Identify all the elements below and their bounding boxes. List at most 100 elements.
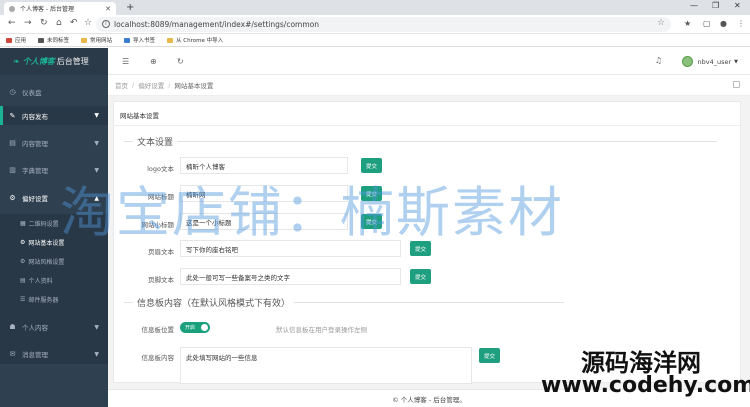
board-position-hint: 默认信息板在用户登录操作左侧 (276, 326, 367, 334)
brand-suffix: 后台管理 (56, 57, 89, 66)
home-icon[interactable]: ⌂ (56, 18, 62, 28)
brand-name: 个人博客 (22, 57, 55, 66)
url-bar[interactable]: i localhost:8089/management/index#/setti… (96, 17, 671, 32)
toggle-knob (201, 324, 208, 331)
puzzle-icon[interactable]: ▢ (703, 19, 711, 28)
dashboard-icon: ◷ (9, 88, 16, 96)
pencil-icon: ✎ (9, 111, 16, 120)
message-icon: ✉ (9, 350, 16, 358)
back-icon[interactable]: ← (8, 18, 16, 28)
sidebar-item-label: 个人内容 (22, 324, 48, 332)
menu-dots-icon[interactable]: ⋮ (737, 19, 745, 28)
undo-icon[interactable]: ↶ (70, 18, 78, 28)
reload-icon[interactable]: ↻ (40, 18, 48, 28)
bookmark-label: 从 Chrome 中导入 (176, 38, 224, 44)
section-text-settings: 文本设置 (124, 135, 718, 148)
expand-icon[interactable] (733, 81, 740, 88)
forward-icon[interactable]: → (24, 18, 32, 28)
avatar (682, 56, 694, 67)
settings-icon: ⚙ (20, 258, 26, 265)
close-icon[interactable]: ✕ (105, 5, 111, 13)
folder-icon: ▤ (9, 139, 16, 147)
subitem-label: 邮件服务器 (28, 297, 59, 304)
panel-divider (114, 125, 742, 126)
bookmark-item[interactable]: 从 Chrome 中导入 (167, 36, 223, 44)
chevron-down-icon: ▼ (734, 58, 738, 65)
sidebar-subitem-style-settings[interactable]: ⚙ 网站风格设置 (0, 254, 108, 269)
submit-footer-button[interactable]: 提交 (410, 269, 431, 284)
sidebar-item-label: 字典管理 (22, 167, 48, 175)
folder-icon (124, 37, 131, 43)
board-position-toggle[interactable]: 开启 (180, 322, 210, 333)
board-content-label: 信息板内容 (141, 354, 175, 362)
sidebar-item-personal[interactable]: ☗ 个人内容 ▼ (0, 318, 108, 336)
folder-icon (167, 37, 174, 43)
user-menu[interactable]: nbv4_user ▼ (682, 56, 738, 67)
leaf-icon: ❧ (13, 57, 20, 66)
globe-icon[interactable]: ⊕ (150, 57, 157, 66)
breadcrumb-preferences[interactable]: 偏好设置 (138, 80, 164, 90)
submit-board-button[interactable]: 提交 (479, 348, 500, 363)
refresh-icon[interactable]: ↻ (177, 57, 184, 66)
header-text-label: 页眉文本 (148, 248, 174, 256)
book-icon: ▥ (9, 166, 16, 174)
breadcrumb-home[interactable]: 首页 (115, 80, 128, 90)
bookmark-item[interactable]: 未同标签 (38, 36, 69, 44)
bookmark-label: 常用网站 (90, 38, 113, 44)
footer-text-label: 页脚文本 (148, 276, 174, 284)
subitem-label: 二维码设置 (28, 221, 59, 228)
browser-tab[interactable]: 个人博客 - 后台管理 ✕ (4, 2, 116, 15)
maximize-icon[interactable]: ❐ (712, 1, 719, 10)
bookmark-item[interactable]: 导入书签 (124, 36, 155, 44)
board-content-textarea[interactable]: 此处填写网站的一些信息 (180, 347, 472, 384)
site-info-icon[interactable]: i (102, 20, 110, 28)
browser-tabstrip: 个人博客 - 后台管理 ✕ + — ❐ ✕ (0, 0, 750, 15)
panel-title: 网站基本设置 (120, 112, 159, 120)
cogs-icon: ⚙ (20, 239, 26, 246)
subitem-label: 网站风格设置 (28, 259, 65, 266)
sidebar-subitem-profile[interactable]: ▤ 个人资料 (0, 273, 108, 288)
qrcode-icon: ▦ (20, 220, 26, 227)
extension-icon[interactable]: ★ (684, 19, 691, 28)
folder-icon (38, 37, 45, 43)
bookmark-label: 未同标签 (47, 38, 70, 44)
sidebar-item-content[interactable]: ▤ 内容管理 ▼ (0, 134, 108, 152)
footer-text-input[interactable]: 此处一般可写一些备案号之类的文字 (180, 268, 401, 285)
sidebar-item-label: 仪表盘 (22, 89, 42, 97)
bell-icon[interactable]: ♫ (655, 56, 662, 65)
window-close-icon[interactable]: ✕ (734, 1, 741, 10)
section-title: 文本设置 (137, 138, 174, 148)
folder-icon (81, 37, 88, 43)
chevron-down-icon: ▼ (94, 112, 99, 119)
sidebar-subitem-mail-server[interactable]: ☰ 邮件服务器 (0, 292, 108, 307)
sidebar-item-publish[interactable]: ✎ 内容发布 ▼ (0, 106, 108, 125)
watermark-site-url: www.codehy.com (541, 373, 750, 398)
bookmark-item[interactable]: 常用网站 (81, 36, 112, 44)
star-icon[interactable]: ☆ (657, 18, 665, 28)
breadcrumb: 首页 / 偏好设置 / 网站基本设置 (108, 75, 750, 96)
sidebar-item-messages[interactable]: ✉ 消息管理 ▼ (0, 345, 108, 363)
sidebar-item-label: 内容管理 (22, 140, 48, 148)
bookmark-label: 导入书签 (133, 38, 156, 44)
top-header: ☰ ⊕ ↻ ♫ nbv4_user ▼ (108, 48, 750, 75)
subitem-label: 个人资料 (28, 278, 53, 285)
menu-toggle-icon[interactable]: ☰ (122, 57, 129, 66)
sidebar-item-label: 内容发布 (22, 112, 48, 121)
tab-favicon-icon (9, 5, 15, 12)
browser-toolbar: ← → ↻ ⌂ ↶ ☆ i localhost:8089/management/… (0, 15, 750, 34)
new-tab-icon[interactable]: + (126, 2, 134, 13)
server-icon: ☰ (20, 296, 26, 303)
bookmark-label: 应用 (15, 38, 27, 44)
profile-icon[interactable]: ● (720, 19, 727, 28)
bookmark-star-icon[interactable]: ☆ (84, 18, 92, 28)
subitem-label: 网站基本设置 (28, 240, 65, 247)
tab-title: 个人博客 - 后台管理 (20, 6, 74, 13)
toggle-label: 开启 (185, 325, 196, 331)
username: nbv4_user (697, 57, 732, 66)
sidebar-item-dashboard[interactable]: ◷ 仪表盘 (0, 83, 108, 101)
minimize-icon[interactable]: — (690, 1, 698, 10)
breadcrumb-separator: / (168, 81, 171, 89)
chevron-down-icon: ▼ (94, 350, 99, 358)
brand-logo[interactable]: ❧ 个人博客 后台管理 (0, 48, 108, 75)
bookmark-item[interactable]: 应用 (6, 36, 26, 44)
